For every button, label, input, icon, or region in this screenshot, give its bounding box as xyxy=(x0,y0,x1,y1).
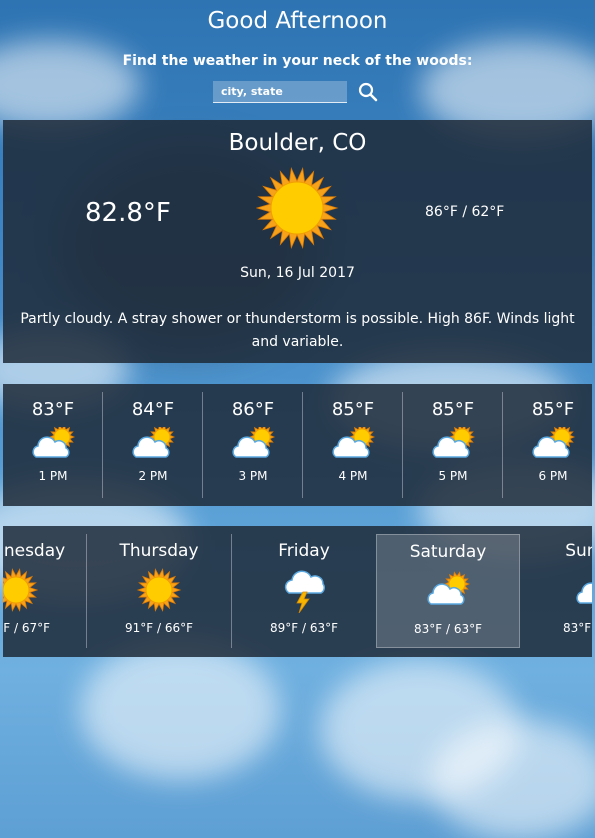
daily-item[interactable]: Friday 89°F / 63°F xyxy=(232,534,376,648)
hourly-time: 4 PM xyxy=(338,469,368,483)
partly-cloudy-icon xyxy=(128,424,178,461)
daily-item[interactable]: Thursday 91°F / 66°F xyxy=(87,534,231,648)
partly-cloudy-icon xyxy=(328,424,378,461)
day-name: Friday xyxy=(278,541,330,561)
hourly-time: 1 PM xyxy=(38,469,68,483)
day-name: Wednesday xyxy=(3,541,66,561)
hourly-item[interactable]: 85°F 6 PM xyxy=(503,392,592,498)
day-temperature-range: 91°F / 67°F xyxy=(3,621,50,635)
high-low-temperature: 86°F / 62°F xyxy=(425,204,505,220)
partly-cloudy-icon xyxy=(423,568,473,614)
partly-cloudy-icon xyxy=(428,424,478,461)
current-weather-panel: Boulder, CO 82.8°F 86°F / 62°F Sun, 16 J… xyxy=(3,120,592,363)
hourly-temp: 83°F xyxy=(31,399,75,420)
weather-description: Partly cloudy. A stray shower or thunder… xyxy=(20,311,575,350)
hourly-item[interactable]: 86°F 3 PM xyxy=(203,392,303,498)
partly-cloudy-icon xyxy=(28,424,78,461)
hourly-item[interactable]: 84°F 2 PM xyxy=(103,392,203,498)
hourly-time: 5 PM xyxy=(438,469,468,483)
search-bar xyxy=(213,80,378,103)
search-icon[interactable] xyxy=(357,81,379,103)
daily-forecast: Wednesday 91°F / 67°F Thursday 91°F / 66… xyxy=(3,526,592,657)
day-temperature-range: 83°F / 63°F xyxy=(413,622,482,636)
partly-cloudy-icon xyxy=(528,424,578,461)
thunderstorm-icon xyxy=(279,567,329,614)
hourly-temp: 84°F xyxy=(131,399,175,420)
hourly-item[interactable]: 85°F 4 PM xyxy=(303,392,403,498)
sun-icon xyxy=(255,166,339,254)
day-name: Sunday xyxy=(565,541,592,561)
hourly-temp: 85°F xyxy=(431,399,475,420)
hourly-temp: 85°F xyxy=(331,399,375,420)
day-name: Thursday xyxy=(119,541,199,561)
current-date: Sun, 16 Jul 2017 xyxy=(240,265,355,281)
hourly-item[interactable]: 83°F 1 PM xyxy=(3,392,103,498)
search-prompt: Find the weather in your neck of the woo… xyxy=(122,53,473,69)
sun-icon xyxy=(134,567,184,613)
search-input[interactable] xyxy=(213,81,347,103)
hourly-forecast: 83°F 1 PM 84°F 2 PM 86°F 3 PM 85°F 4 PM … xyxy=(3,384,592,506)
day-temperature-range: 89°F / 63°F xyxy=(269,621,338,635)
current-temperature: 82.8°F xyxy=(85,198,171,228)
day-name: Saturday xyxy=(409,542,487,562)
hourly-time: 3 PM xyxy=(238,469,268,483)
daily-item-selected[interactable]: Saturday 83°F / 63°F xyxy=(376,534,520,648)
day-temperature-range: 83°F / 63°F xyxy=(562,621,592,635)
sun-icon xyxy=(3,567,41,613)
hourly-temp: 86°F xyxy=(231,399,275,420)
greeting-title: Good Afternoon xyxy=(207,8,388,34)
daily-item[interactable]: Wednesday 91°F / 67°F xyxy=(3,534,88,648)
city-name: Boulder, CO xyxy=(228,130,367,156)
hourly-item[interactable]: 85°F 5 PM xyxy=(403,392,503,498)
hourly-time: 6 PM xyxy=(538,469,568,483)
day-temperature-range: 91°F / 66°F xyxy=(124,621,193,635)
partly-cloudy-icon xyxy=(228,424,278,461)
partly-cloudy-icon xyxy=(572,567,592,613)
daily-item[interactable]: Sunday 83°F / 63°F xyxy=(525,534,592,648)
hourly-time: 2 PM xyxy=(138,469,168,483)
hourly-temp: 85°F xyxy=(531,399,575,420)
